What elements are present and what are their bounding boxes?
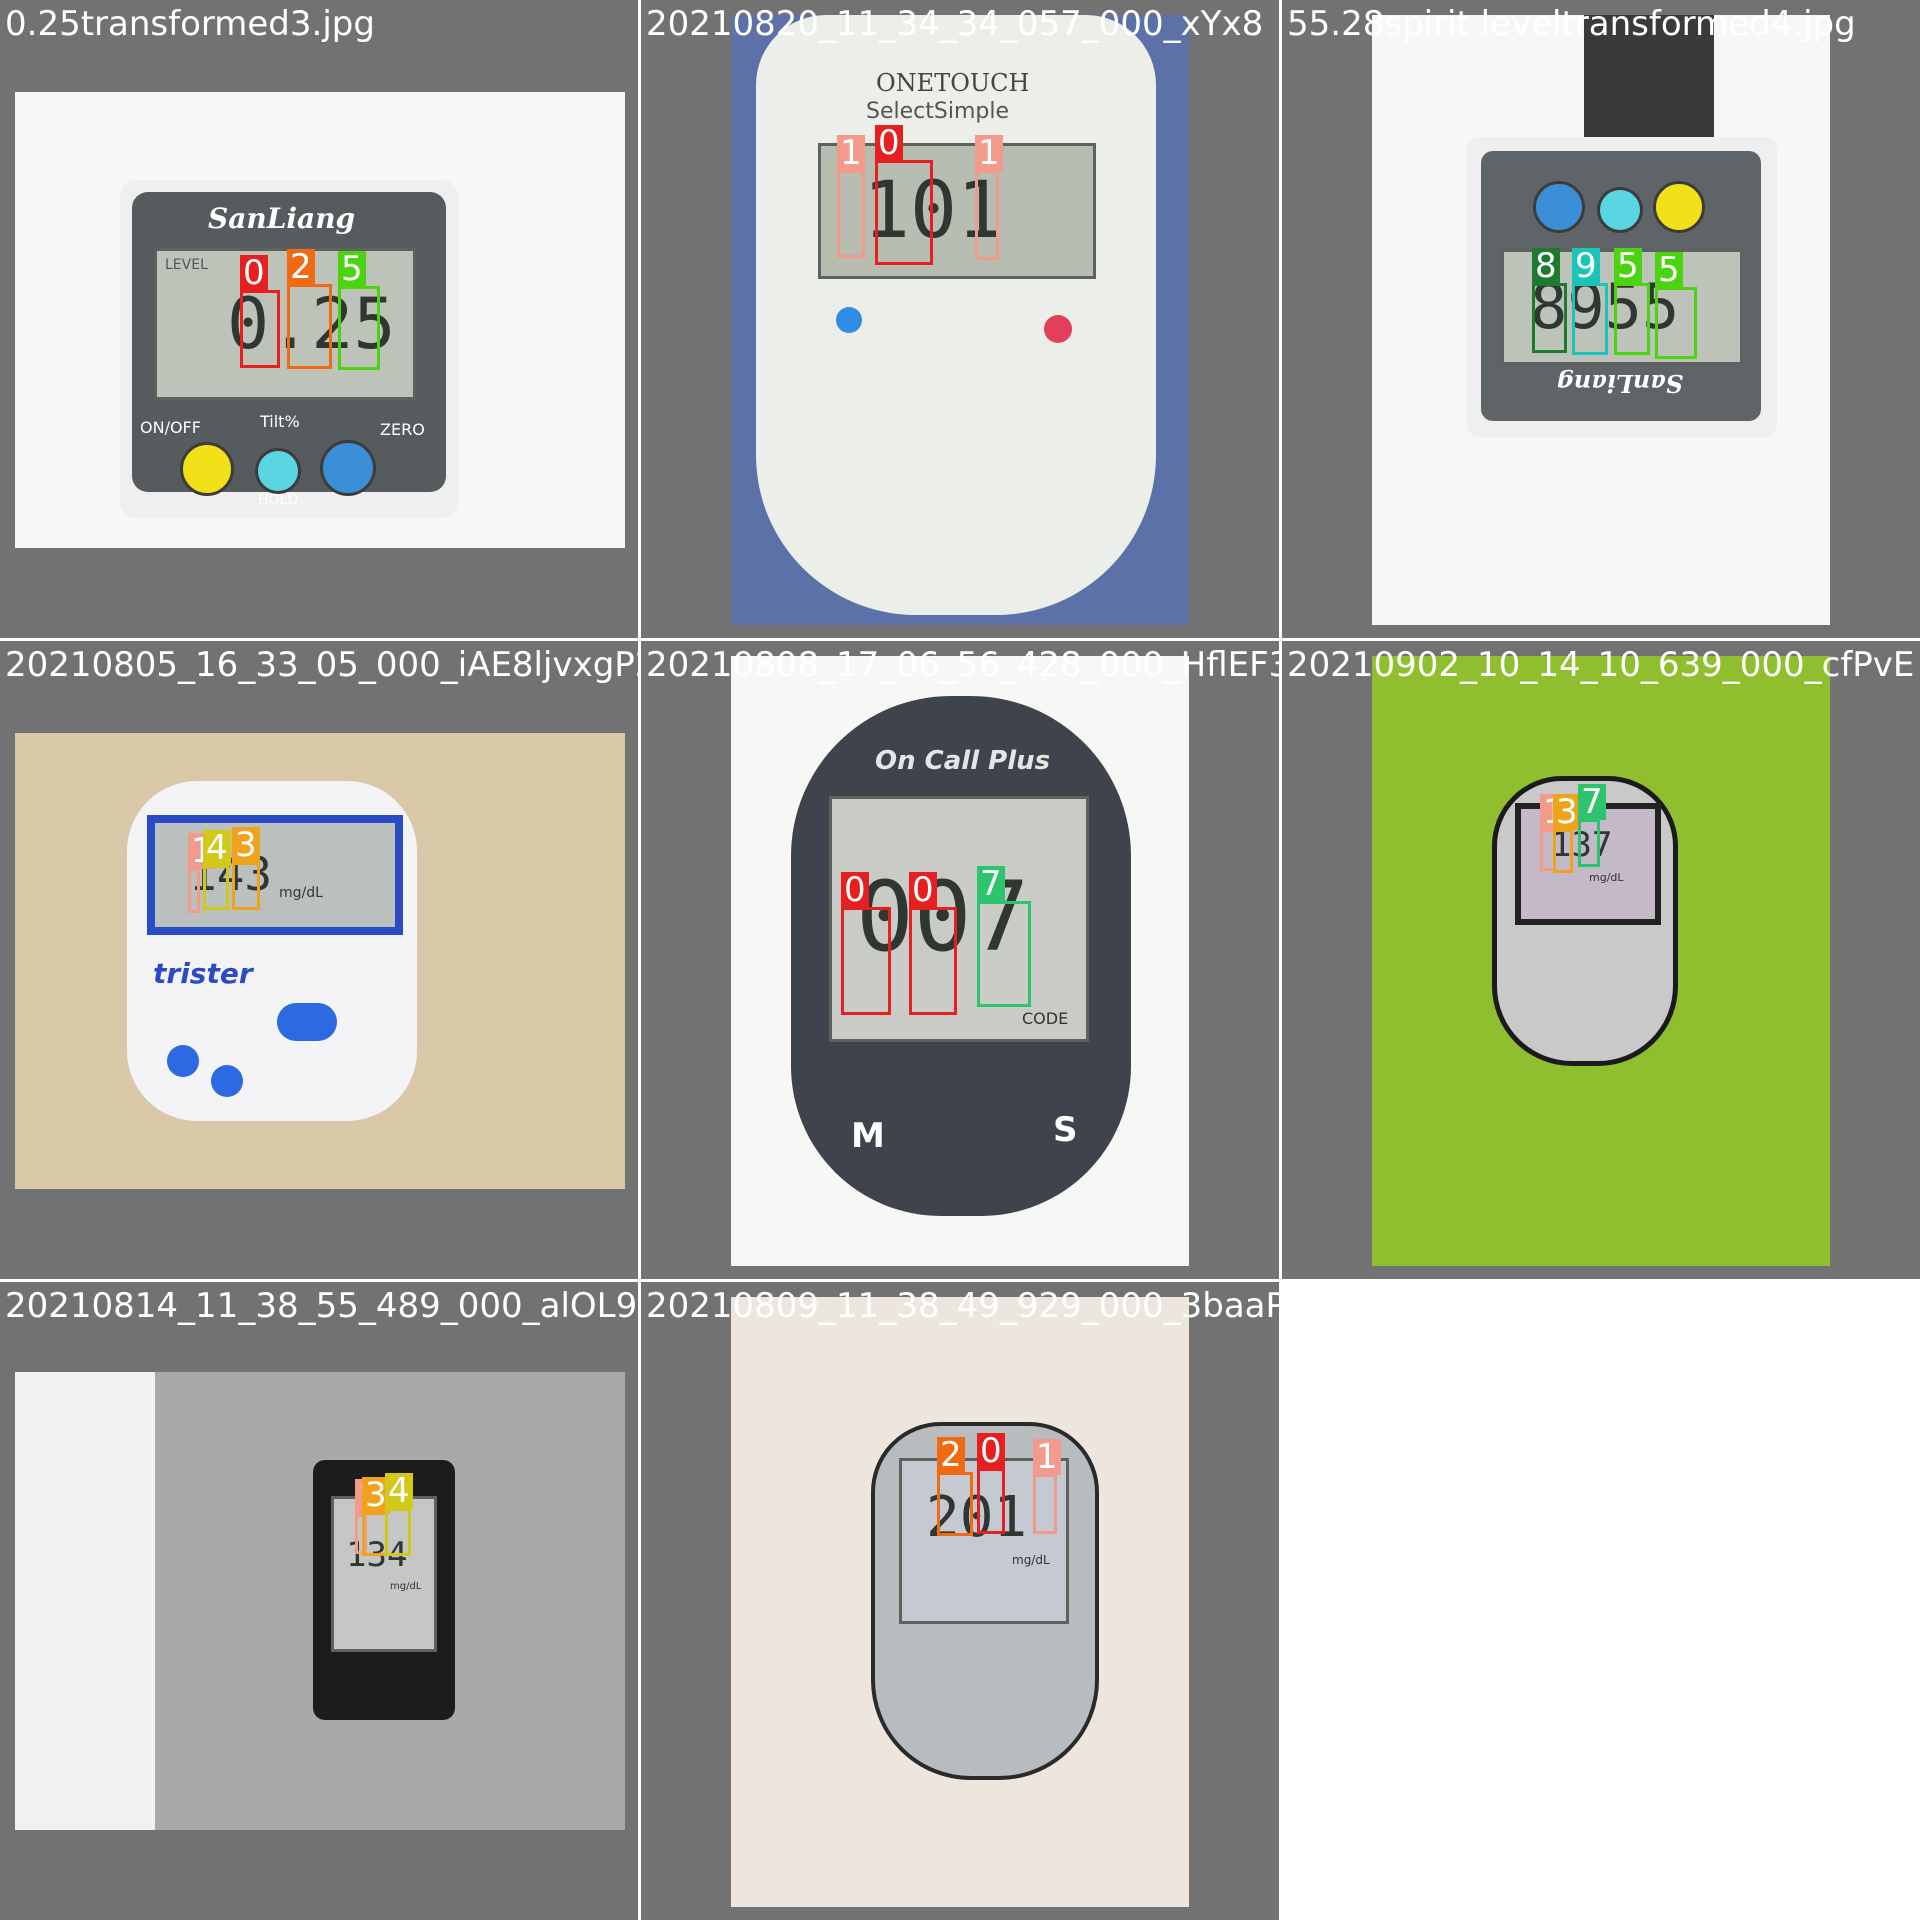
detection-box: 7 — [1578, 784, 1606, 867]
detection-box: 1 — [837, 135, 865, 258]
detection-box: 8 — [1532, 248, 1567, 353]
detection-label: 9 — [1572, 248, 1600, 284]
play-button — [211, 1065, 243, 1097]
detection-label: 7 — [977, 866, 1005, 902]
detection-label: 0 — [841, 872, 869, 908]
unit-label: mg/dL — [279, 885, 323, 901]
detection-box: 1 — [188, 833, 216, 913]
detection-box: 4 — [203, 830, 231, 910]
detection-box: 3 — [232, 827, 260, 910]
yellow-button — [1653, 181, 1705, 233]
detection-box: 0 — [977, 1433, 1005, 1534]
detection-label: 3 — [232, 827, 260, 863]
detection-label: 1 — [975, 135, 1003, 171]
unit-label: mg/dL — [1589, 871, 1624, 884]
detection-box: 5 — [1614, 248, 1650, 355]
blue-dot — [836, 307, 862, 333]
on-off-label: ON/OFF — [140, 418, 201, 437]
detection-box: 9 — [1572, 248, 1608, 355]
cyan-button — [1597, 187, 1643, 233]
tile-7: 134 mg/dL 20210814_11_38_55_489_000_alOL… — [0, 1282, 638, 1920]
detection-label: 4 — [203, 830, 231, 866]
tile-4: 143 mg/dL trister 20210805_16_33_05_000_… — [0, 641, 638, 1279]
detection-label: 5 — [338, 251, 366, 287]
glucose-meter-device: 143 mg/dL trister — [127, 781, 417, 1121]
lcd-screen: 143 mg/dL — [147, 815, 403, 935]
tile-title: 20210809_11_38_49_929_000_3baaPTfJXLexq8 — [646, 1286, 1279, 1326]
model-text: SelectSimple — [866, 99, 1009, 124]
brand-logo: SanLiang — [208, 202, 356, 235]
detection-label: 0 — [909, 872, 937, 908]
photo-6: 137 mg/dL — [1372, 656, 1830, 1266]
detection-label: 0 — [875, 125, 903, 161]
tile-title: 20210814_11_38_55_489_000_alOL9zeXpe — [5, 1286, 638, 1326]
tile-2: ONETOUCH SelectSimple 101 20210820_11_34… — [641, 0, 1279, 638]
brand-text: trister — [153, 957, 253, 990]
detection-box: 0 — [875, 125, 933, 265]
detection-box: 4 — [385, 1473, 413, 1556]
detection-label: 8 — [1532, 248, 1560, 284]
detection-grid: SanLiang LEVEL 0.25 ON/OFF Tilt% ZERO HO… — [0, 0, 1920, 1920]
detection-box: 0 — [841, 872, 891, 1015]
detection-label: 4 — [385, 1473, 413, 1509]
hold-label: HOLD — [258, 492, 299, 508]
detection-label: 1 — [1033, 1439, 1061, 1475]
red-dot — [1044, 315, 1072, 343]
brand-text: ONETOUCH — [876, 69, 1030, 97]
photo-7: 134 mg/dL — [15, 1372, 625, 1830]
detection-box: 0 — [909, 872, 957, 1015]
m-key: M — [851, 1116, 885, 1156]
detection-label: 2 — [937, 1437, 965, 1473]
zero-label: ZERO — [380, 420, 425, 439]
photo-2: ONETOUCH SelectSimple 101 — [731, 15, 1189, 625]
tile-title: 20210808_17_06_56_428_000_HflEF32Fz9VzHC — [646, 645, 1279, 685]
tile-3: 8955 SanLiang 55.28spirit leveltransform… — [1282, 0, 1920, 638]
zero-button — [320, 440, 376, 496]
photo-8: 201 mg/dL — [731, 1297, 1189, 1907]
detection-box: 5 — [1655, 252, 1697, 359]
code-label: CODE — [1022, 1009, 1069, 1028]
blue-button — [1533, 181, 1585, 233]
tilt-label: Tilt% — [260, 412, 300, 431]
tile-title: 55.28spirit leveltransformed4.jpg — [1287, 4, 1856, 44]
c-button — [167, 1045, 199, 1077]
s-key: S — [1053, 1110, 1078, 1150]
detection-box: 5 — [338, 251, 380, 370]
detection-box: 3 — [1553, 794, 1581, 873]
photo-5: On Call Plus 0 0 7 CODE M S — [731, 656, 1189, 1266]
tile-5: On Call Plus 0 0 7 CODE M S 20210808_17_06… — [641, 641, 1279, 1279]
tile-title: 20210820_11_34_34_057_000_xYx8 — [646, 4, 1264, 44]
detection-label: 7 — [1578, 784, 1606, 820]
brand-logo: SanLiang — [1557, 369, 1684, 398]
detection-label: 5 — [1614, 248, 1642, 284]
detection-label: 1 — [837, 135, 865, 171]
tile-title: 0.25transformed3.jpg — [5, 4, 375, 44]
detection-box: 1 — [1033, 1439, 1061, 1534]
brand-text: On Call Plus — [875, 746, 1051, 776]
detection-box: 1 — [975, 135, 1003, 260]
detection-label: 2 — [287, 249, 315, 285]
detection-box: 2 — [287, 249, 332, 369]
tile-title: 20210902_10_14_10_639_000_cfPvE — [1287, 645, 1915, 685]
detection-label: 0 — [240, 255, 268, 291]
detection-label: 0 — [977, 1433, 1005, 1469]
detection-box: 7 — [977, 866, 1031, 1007]
photo-4: 143 mg/dL trister — [15, 733, 625, 1189]
unit-label: mg/dL — [1012, 1553, 1050, 1567]
glucose-meter-device: ONETOUCH SelectSimple 101 — [756, 15, 1156, 615]
tile-8: 201 mg/dL 20210809_11_38_49_929_000_3baa… — [641, 1282, 1279, 1920]
level-label: LEVEL — [165, 257, 208, 273]
unit-label: mg/dL — [390, 1581, 422, 1592]
detection-label: 5 — [1655, 252, 1683, 288]
tile-6: 137 mg/dL 20210902_10_14_10_639_000_cfPv… — [1282, 641, 1920, 1279]
on-off-button — [180, 442, 234, 496]
detection-label: 3 — [1553, 794, 1581, 830]
power-button — [277, 1003, 337, 1041]
detection-box: 0 — [240, 255, 280, 368]
hold-button — [255, 448, 301, 494]
tile-1: SanLiang LEVEL 0.25 ON/OFF Tilt% ZERO HO… — [0, 0, 638, 638]
tile-title: 20210805_16_33_05_000_iAE8ljvxgP2Kduk — [5, 645, 638, 685]
detection-box: 2 — [937, 1437, 973, 1536]
